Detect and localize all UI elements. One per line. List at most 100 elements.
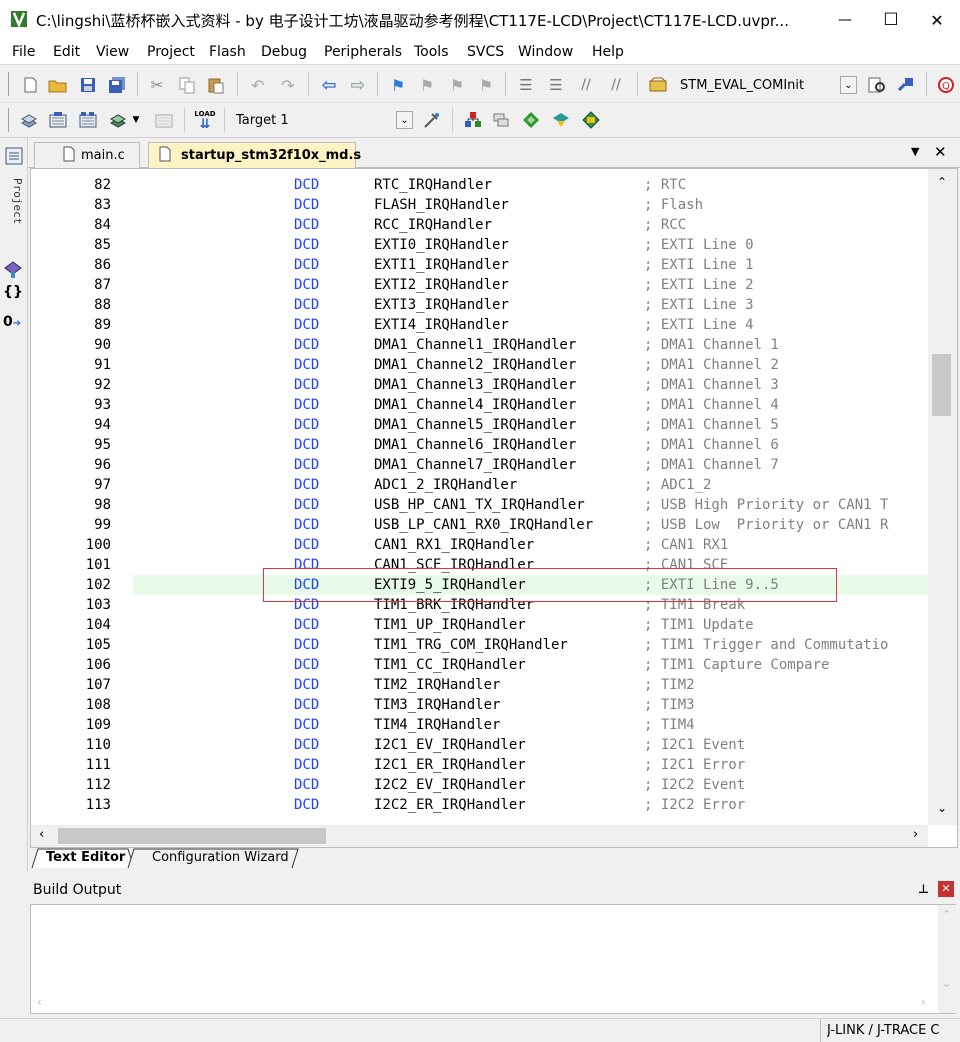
code-line[interactable]: DCD CAN1_SCE_IRQHandler ; CAN1 SCE [133, 555, 928, 575]
code-line[interactable]: DCD RTC_IRQHandler ; RTC [133, 175, 928, 195]
close-tab-icon[interactable]: ✕ [934, 143, 947, 161]
menu-peripherals[interactable]: Peripherals [324, 44, 402, 60]
horizontal-scrollbar[interactable]: ‹ › [31, 825, 928, 847]
tab-main-c[interactable]: main.c [34, 142, 140, 168]
functions-icon[interactable]: {} [0, 284, 26, 308]
stop-build-icon[interactable] [153, 109, 175, 131]
menu-view[interactable]: View [96, 44, 129, 60]
code-line[interactable]: DCD TIM1_BRK_IRQHandler ; TIM1 Break [133, 595, 928, 615]
code-line[interactable]: DCD EXTI2_IRQHandler ; EXTI Line 2 [133, 275, 928, 295]
clear-bookmarks-icon[interactable]: ⚑ [475, 74, 497, 96]
pin-icon[interactable]: ⊥ [918, 882, 929, 896]
minimize-button[interactable]: — [822, 0, 868, 40]
code-line[interactable]: DCD DMA1_Channel4_IRQHandler ; DMA1 Channe… [133, 395, 928, 415]
translate-icon[interactable] [18, 109, 40, 131]
code-line[interactable]: DCD EXTI0_IRQHandler ; EXTI Line 0 [133, 235, 928, 255]
code-line[interactable]: DCD TIM2_IRQHandler ; TIM2 [133, 675, 928, 695]
code-line[interactable]: DCD TIM1_UP_IRQHandler ; TIM1 Update [133, 615, 928, 635]
code-line[interactable]: DCD EXTI1_IRQHandler ; EXTI Line 1 [133, 255, 928, 275]
target-combo[interactable]: Target 1 ⌄ [232, 109, 414, 131]
menu-help[interactable]: Help [592, 44, 624, 60]
scroll-left-icon[interactable]: ‹ [39, 827, 44, 842]
paste-icon[interactable] [205, 74, 227, 96]
code-editor[interactable]: 82 83 84 85 86 87 88 89 90 91 92 93 94 95 96 97 98 99 100 1… [30, 168, 958, 848]
code-area[interactable]: DCD RTC_IRQHandler ; RTC DCD FLASH_IRQHandle… [133, 169, 928, 825]
code-line[interactable]: DCD TIM4_IRQHandler ; TIM4 [133, 715, 928, 735]
target-options-icon[interactable] [421, 109, 443, 131]
code-line[interactable]: DCD USB_LP_CAN1_RX0_IRQHandler ; USB Low P… [133, 515, 928, 535]
tab-text-editor[interactable]: Text Editor [46, 850, 125, 865]
pack-installer-icon[interactable] [550, 109, 572, 131]
code-line[interactable]: DCD I2C2_EV_IRQHandler ; I2C2 Event [133, 775, 928, 795]
code-line[interactable]: DCD DMA1_Channel2_IRQHandler ; DMA1 Channe… [133, 355, 928, 375]
indent-icon[interactable]: ☰ [515, 74, 537, 96]
build-icon[interactable] [47, 109, 69, 131]
code-line[interactable]: DCD DMA1_Channel7_IRQHandler ; DMA1 Channe… [133, 455, 928, 475]
find-in-files-icon[interactable] [647, 74, 669, 96]
code-line[interactable]: DCD FLASH_IRQHandler ; Flash [133, 195, 928, 215]
templates-icon[interactable]: 0➔ [3, 314, 27, 338]
cut-icon[interactable]: ✂ [146, 74, 168, 96]
vertical-scroll-thumb[interactable] [932, 354, 951, 416]
debug-start-icon[interactable]: Q [935, 74, 957, 96]
keil-app-icon[interactable] [10, 10, 28, 29]
next-bookmark-icon[interactable]: ⚑ [446, 74, 468, 96]
navigate-forward-icon[interactable]: ⇨ [347, 74, 369, 96]
code-line[interactable]: DCD CAN1_RX1_IRQHandler ; CAN1 RX1 [133, 535, 928, 555]
scroll-left-icon[interactable]: ‹ [37, 995, 42, 1009]
code-line[interactable]: DCD EXTI4_IRQHandler ; EXTI Line 4 [133, 315, 928, 335]
download-icon[interactable]: LOAD ⇊ [193, 108, 217, 132]
code-line[interactable]: DCD DMA1_Channel1_IRQHandler ; DMA1 Channe… [133, 335, 928, 355]
code-line[interactable]: DCD DMA1_Channel6_IRQHandler ; DMA1 Channe… [133, 435, 928, 455]
horizontal-scroll-thumb[interactable] [58, 828, 326, 844]
code-line[interactable]: DCD TIM1_CC_IRQHandler ; TIM1 Capture Comp… [133, 655, 928, 675]
scroll-right-icon[interactable]: › [921, 995, 926, 1009]
code-line[interactable]: DCD EXTI3_IRQHandler ; EXTI Line 3 [133, 295, 928, 315]
insert-bookmark-icon[interactable]: ⚑ [387, 74, 409, 96]
menu-project[interactable]: Project [147, 44, 195, 60]
menu-window[interactable]: Window [518, 44, 573, 60]
file-extensions-icon[interactable] [491, 109, 513, 131]
code-line[interactable]: DCD I2C1_ER_IRQHandler ; I2C1 Error [133, 755, 928, 775]
open-folder-icon[interactable] [47, 74, 69, 96]
chevron-down-icon[interactable]: ⌄ [840, 76, 857, 94]
undo-icon[interactable]: ↶ [247, 74, 269, 96]
search-doc-icon[interactable] [866, 74, 888, 96]
code-line[interactable]: DCD EXTI9_5_IRQHandler ; EXTI Line 9..5 [133, 575, 928, 595]
scroll-down-icon[interactable]: ⌄ [942, 977, 951, 990]
build-output-scrollbar[interactable]: ⌃ ⌄ [938, 905, 956, 1013]
tab-startup-s[interactable]: startup_stm32f10x_md.s [148, 142, 361, 168]
uncomment-icon[interactable]: // [605, 74, 627, 96]
redo-icon[interactable]: ↷ [277, 74, 299, 96]
code-line[interactable]: DCD TIM3_IRQHandler ; TIM3 [133, 695, 928, 715]
manage-run-time-environment-icon[interactable] [580, 109, 602, 131]
batch-build-icon[interactable] [107, 109, 129, 131]
comment-icon[interactable]: // [575, 74, 597, 96]
books-icon[interactable] [0, 256, 26, 284]
incremental-find-icon[interactable] [895, 74, 917, 96]
menu-edit[interactable]: Edit [53, 44, 80, 60]
close-panel-icon[interactable]: ✕ [938, 881, 954, 897]
code-line[interactable]: DCD RCC_IRQHandler ; RCC [133, 215, 928, 235]
code-line[interactable]: DCD ADC1_2_IRQHandler ; ADC1_2 [133, 475, 928, 495]
build-output-text[interactable]: ⌃ ⌄ ‹ › [30, 904, 956, 1014]
menu-tools[interactable]: Tools [414, 44, 449, 60]
tab-configuration-wizard[interactable]: Configuration Wizard [152, 850, 289, 865]
menu-file[interactable]: File [12, 44, 35, 60]
navigate-back-icon[interactable]: ⇦ [318, 74, 340, 96]
function-combo[interactable]: STM_EVAL_COMInit ⌄ [676, 74, 860, 96]
code-line[interactable]: DCD TIM1_TRG_COM_IRQHandler ; TIM1 Trigger… [133, 635, 928, 655]
select-packs-icon[interactable] [520, 109, 542, 131]
close-button[interactable]: ✕ [914, 0, 960, 40]
code-line[interactable]: DCD I2C1_EV_IRQHandler ; I2C1 Event [133, 735, 928, 755]
project-window-icon[interactable] [4, 146, 24, 166]
scroll-right-icon[interactable]: › [913, 827, 918, 842]
project-panel-label[interactable]: Project [4, 178, 24, 224]
save-all-icon[interactable] [106, 74, 128, 96]
tab-list-dropdown-icon[interactable]: ▼ [911, 145, 919, 158]
chevron-down-icon[interactable]: ⌄ [396, 111, 413, 129]
maximize-button[interactable]: ☐ [868, 0, 914, 40]
scroll-up-icon[interactable]: ⌃ [942, 908, 951, 921]
new-file-icon[interactable] [19, 74, 41, 96]
code-line[interactable]: DCD USB_HP_CAN1_TX_IRQHandler ; USB High P… [133, 495, 928, 515]
